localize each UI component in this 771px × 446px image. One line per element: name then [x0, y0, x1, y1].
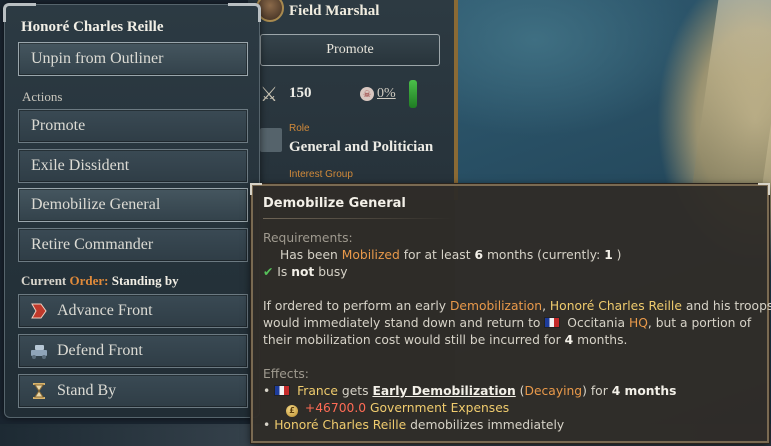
character-panel: Field Marshal Promote ⚔ 150 ☠ 0% Role Ge… — [248, 0, 458, 200]
advance-front-label: Advance Front — [57, 302, 153, 319]
panel-promote-button[interactable]: Promote — [260, 34, 440, 66]
character-context-menu: Honoré Charles Reille Unpin from Outline… — [3, 3, 261, 418]
effect-government-expenses: £ +46700.0 Government Expenses — [286, 401, 509, 417]
crossed-swords-icon: ⚔ — [260, 84, 278, 106]
defend-front-button[interactable]: Defend Front — [18, 334, 248, 368]
troop-count: 150 — [289, 85, 312, 101]
advance-front-icon — [31, 303, 47, 319]
effect-demobilizes: • Honoré Charles Reille demobilizes imme… — [263, 418, 565, 432]
description-line-1: If ordered to perform an early Demobiliz… — [263, 299, 771, 313]
description-line-3: their mobilization cost would still be i… — [263, 333, 628, 347]
demobilize-general-button[interactable]: Demobilize General — [18, 188, 248, 222]
tooltip-corner-tr — [758, 183, 770, 195]
occitania-flag-icon — [544, 317, 561, 328]
france-flag-icon — [274, 385, 291, 396]
retire-commander-button[interactable]: Retire Commander — [18, 228, 248, 262]
menu-title: Honoré Charles Reille — [21, 19, 164, 35]
defend-front-label: Defend Front — [57, 342, 143, 359]
requirements-heading: Requirements: — [263, 231, 353, 245]
description-line-2: would immediately stand down and return … — [263, 316, 752, 330]
role-icon — [260, 128, 282, 152]
advance-front-button[interactable]: Advance Front — [18, 294, 248, 328]
defend-front-icon — [31, 345, 47, 359]
money-icon: £ — [286, 405, 298, 417]
stand-by-button[interactable]: Stand By — [18, 374, 248, 408]
casualties-icon: ☠ — [360, 87, 374, 101]
tooltip-corner-tl — [250, 183, 262, 195]
current-order-line: Current Order: Standing by — [21, 273, 179, 289]
stand-by-icon — [33, 383, 45, 399]
demobilize-tooltip: Demobilize General Requirements: Has bee… — [250, 183, 771, 443]
tooltip-title: Demobilize General — [263, 196, 406, 211]
morale-bar — [409, 80, 417, 108]
order-value: Standing by — [111, 273, 179, 288]
promote-button[interactable]: Promote — [18, 109, 248, 143]
role-label: Role — [289, 123, 310, 134]
requirement-not-busy: ✔ Is not busy — [263, 265, 348, 279]
stand-by-label: Stand By — [57, 382, 117, 399]
actions-heading: Actions — [22, 89, 63, 104]
checkmark-icon: ✔ — [263, 265, 274, 279]
exile-dissident-button[interactable]: Exile Dissident — [18, 149, 248, 183]
character-rank: Field Marshal — [289, 3, 380, 19]
effect-early-demobilization: • France gets Early Demobilization (Deca… — [263, 384, 677, 398]
interest-group-label: Interest Group — [289, 169, 353, 180]
casualty-percent[interactable]: 0% — [377, 86, 396, 102]
unpin-outliner-button[interactable]: Unpin from Outliner — [18, 42, 248, 76]
requirement-mobilized: Has been Mobilized for at least 6 months… — [280, 248, 622, 262]
order-word: Order: — [69, 273, 109, 288]
role-value: General and Politician — [289, 139, 434, 155]
order-prefix: Current — [21, 273, 67, 288]
tooltip-divider — [263, 218, 453, 219]
effects-heading: Effects: — [263, 367, 309, 381]
early-demobilization-link[interactable]: Early Demobilization — [372, 384, 515, 398]
